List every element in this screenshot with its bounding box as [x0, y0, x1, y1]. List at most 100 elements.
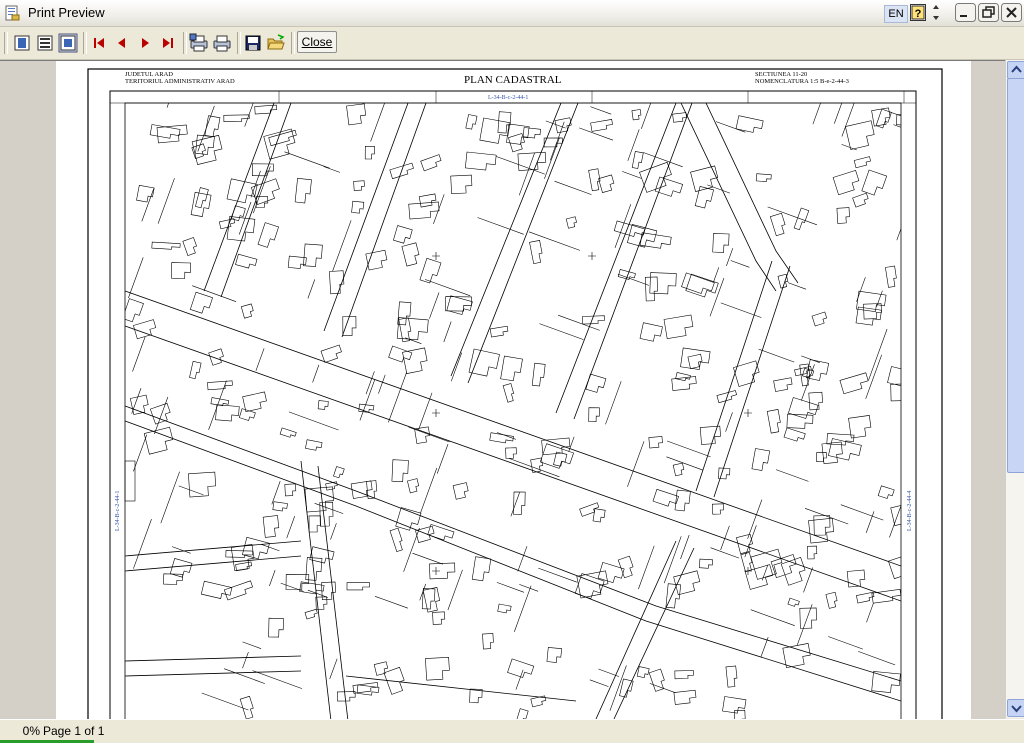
parcel-boundary: [866, 603, 874, 623]
parcel-shape: [861, 169, 888, 196]
parcel-shape: [751, 448, 771, 471]
parcel-boundary: [767, 206, 818, 226]
parcel-boundary: [269, 569, 276, 587]
parcel-boundary: [496, 582, 525, 593]
header-right-line1: SECTIUNEA 11-20: [755, 71, 807, 78]
parcel-shape: [740, 552, 753, 572]
parcel-shape: [502, 383, 515, 403]
parcel-boundary: [365, 371, 375, 395]
scrollbar-thumb[interactable]: [1007, 78, 1024, 473]
parcel-boundary: [841, 144, 857, 151]
parcel-shape: [257, 222, 279, 248]
parcel-shape: [465, 114, 478, 130]
parcel-boundary: [622, 171, 642, 179]
parcel-shape: [539, 443, 574, 469]
parcel-boundary: [663, 536, 682, 584]
close-window-button[interactable]: [1001, 3, 1022, 22]
parcel-boundary: [260, 543, 280, 552]
parcel-shape: [507, 658, 535, 678]
parcel-shape: [807, 545, 818, 560]
parcel-shape: [716, 390, 737, 404]
parcel-boundary: [858, 651, 896, 666]
save-icon[interactable]: [243, 33, 263, 53]
parcel-boundary: [896, 227, 901, 241]
parcel-shape: [639, 161, 672, 193]
parcel-shape: [452, 482, 469, 500]
two-page-view-icon[interactable]: [35, 33, 55, 53]
vertical-scrollbar[interactable]: [1005, 60, 1024, 718]
parcel-shape: [811, 311, 828, 327]
minimize-button[interactable]: [955, 3, 976, 22]
language-indicator[interactable]: EN: [884, 5, 908, 23]
parcel-shape: [408, 201, 440, 220]
parcel-shape: [845, 120, 875, 150]
parcel-shape: [317, 400, 329, 410]
parcel-boundary: [447, 569, 463, 611]
parcel-shape: [136, 184, 155, 203]
language-options-icon[interactable]: [931, 3, 941, 23]
parcel-boundary: [775, 469, 809, 482]
parcel-shape: [195, 187, 209, 209]
open-folder-icon[interactable]: [266, 33, 286, 53]
parcel-boundary: [510, 492, 520, 517]
parcel-shape: [725, 665, 738, 688]
parcel-boundary: [710, 547, 740, 559]
parcel-shape: [832, 170, 860, 196]
parcel-shape: [188, 471, 217, 498]
window-title: Print Preview: [28, 5, 105, 20]
preview-viewport[interactable]: JUDETUL ARAD TERITORIUL ADMINISTRATIV AR…: [0, 60, 1005, 719]
parcel-boundary: [157, 178, 175, 224]
parcel-shape: [871, 588, 901, 604]
parcel-shape: [418, 193, 437, 208]
parcel-shape: [425, 656, 450, 681]
fit-page-view-icon[interactable]: [58, 33, 78, 53]
parcel-boundary: [451, 352, 462, 382]
parcel-boundary: [803, 567, 813, 593]
parcel-boundary: [192, 285, 237, 302]
print-icon[interactable]: [212, 33, 232, 53]
parcel-shape: [402, 347, 428, 374]
parcel-shape: [816, 452, 827, 463]
parcel-boundary: [812, 103, 821, 125]
parcel-shape: [445, 296, 472, 312]
parcel-shape: [598, 174, 615, 193]
close-preview-button[interactable]: Close: [297, 31, 337, 53]
parcel-shape: [639, 232, 672, 249]
first-page-icon[interactable]: [89, 33, 109, 53]
parcel-shape: [681, 272, 715, 294]
single-page-view-icon[interactable]: [12, 33, 32, 53]
parcel-shape: [240, 303, 254, 319]
parcel-boundary: [244, 103, 254, 127]
scroll-down-button[interactable]: [1007, 699, 1024, 717]
print-setup-icon[interactable]: [189, 33, 209, 53]
help-icon[interactable]: ?: [910, 4, 926, 21]
parcel-shape: [680, 347, 711, 370]
parcel-shape: [506, 123, 530, 145]
scroll-up-button[interactable]: [1007, 61, 1024, 79]
parcel-boundary: [638, 545, 655, 590]
parcel-shape: [588, 407, 600, 423]
parcel-boundary: [370, 103, 385, 142]
parcel-shape: [500, 355, 523, 382]
next-page-icon[interactable]: [135, 33, 155, 53]
parcel-shape: [294, 177, 312, 204]
parcel-shape: [189, 360, 202, 380]
restore-button[interactable]: [978, 3, 999, 22]
parcel-shape: [783, 427, 806, 442]
parcel-boundary: [374, 596, 409, 609]
parcel-shape: [223, 114, 250, 123]
toolbar: Close: [0, 27, 1024, 60]
parcel-shape: [352, 682, 379, 694]
parcel-shape: [631, 151, 644, 169]
parcel-shape: [336, 691, 356, 702]
parcel-boundary: [314, 503, 344, 514]
parcel-shape: [788, 397, 819, 419]
parcel-shape: [592, 508, 606, 523]
parcel-shape: [839, 372, 869, 395]
parcel-boundary: [641, 103, 652, 130]
zoom-status: 0%: [22, 724, 40, 738]
parcel-shape: [513, 491, 526, 515]
previous-page-icon[interactable]: [112, 33, 132, 53]
parcel-shape: [415, 525, 435, 543]
last-page-icon[interactable]: [158, 33, 178, 53]
